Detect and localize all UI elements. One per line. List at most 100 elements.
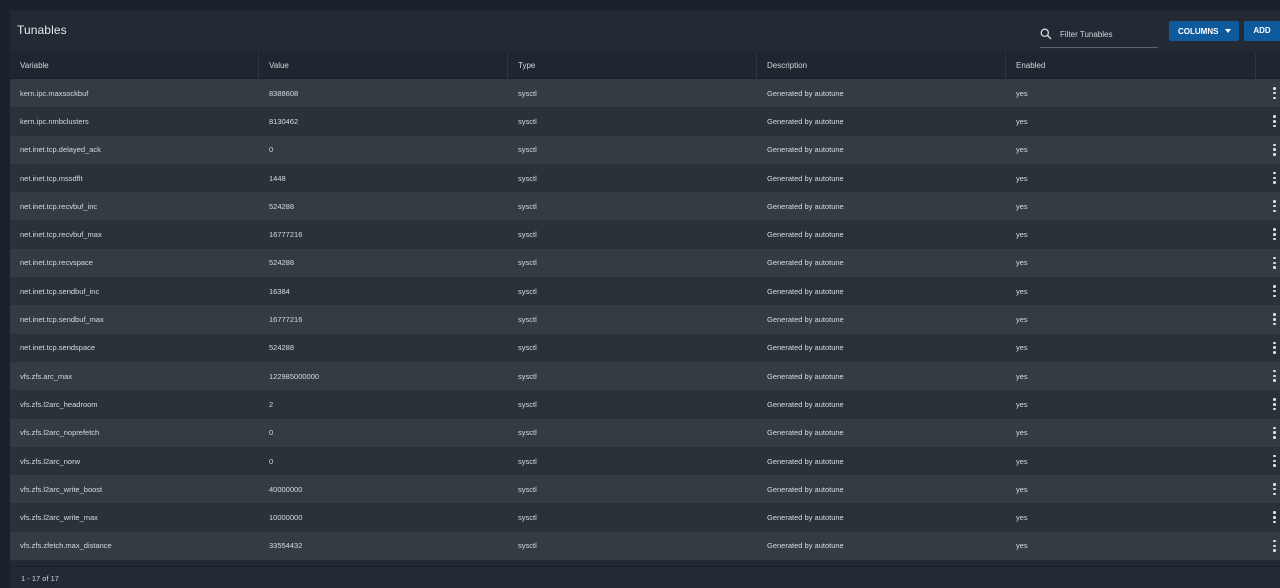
cell-enabled: yes [1016, 258, 1028, 268]
cell-enabled: yes [1016, 201, 1028, 211]
table-row[interactable]: kern.ipc.nmbclusters 8130462 sysctl Generat… [10, 107, 1280, 136]
cell-variable: vfs.zfs.l2arc_write_max [20, 513, 98, 523]
table-header: Variable Value Type Description Enabled [10, 52, 1280, 79]
cell-variable: vfs.zfs.l2arc_write_boost [20, 484, 103, 494]
more-vert-icon[interactable] [1273, 426, 1276, 439]
table-row[interactable]: vfs.zfs.l2arc_write_boost 40000000 sysctl G… [10, 475, 1280, 504]
column-header-actions [1256, 52, 1280, 78]
cell-enabled: yes [1016, 456, 1028, 466]
cell-variable: net.inet.tcp.recvbuf_max [20, 230, 102, 240]
table-row[interactable]: net.inet.tcp.recvbuf_inc 524288 sysctl Gene… [10, 192, 1280, 221]
table-row[interactable]: vfs.zfs.l2arc_noprefetch 0 sysctl Generated… [10, 418, 1280, 447]
table-row[interactable]: net.inet.tcp.sendbuf_max 16777216 sysctl Ge… [10, 305, 1280, 334]
cell-type: sysctl [518, 371, 537, 381]
cell-enabled: yes [1016, 286, 1028, 296]
row-actions [1256, 136, 1280, 164]
more-vert-icon[interactable] [1273, 228, 1276, 241]
filter-field[interactable] [1040, 22, 1158, 48]
more-vert-icon[interactable] [1273, 483, 1276, 496]
cell-type: sysctl [518, 258, 537, 268]
more-vert-icon[interactable] [1273, 454, 1276, 467]
row-actions [1256, 334, 1280, 362]
more-vert-icon[interactable] [1273, 171, 1276, 184]
table-row[interactable]: net.inet.tcp.recvspace 524288 sysctl Genera… [10, 248, 1280, 278]
more-vert-icon[interactable] [1273, 398, 1276, 411]
cell-enabled: yes [1016, 343, 1028, 353]
cell-type: sysctl [518, 343, 537, 353]
cell-type: sysctl [518, 428, 537, 438]
row-actions [1256, 107, 1280, 135]
table-row[interactable]: net.inet.tcp.sendbuf_inc 16384 sysctl Gener… [10, 277, 1280, 306]
more-vert-icon[interactable] [1273, 143, 1276, 156]
table-body: kern.ipc.maxsockbuf 8388608 sysctl Generate… [10, 79, 1280, 561]
cell-value: 8388608 [269, 88, 299, 98]
table-row[interactable]: vfs.zfs.l2arc_headroom 2 sysctl Generated b… [10, 390, 1280, 419]
row-actions [1256, 419, 1280, 447]
more-vert-icon[interactable] [1273, 200, 1276, 213]
cell-value: 0 [269, 145, 274, 155]
column-header-enabled[interactable]: Enabled [1006, 52, 1256, 79]
more-vert-icon[interactable] [1273, 313, 1276, 326]
table-row[interactable]: net.inet.tcp.recvbuf_max 16777216 sysctl Ge… [10, 220, 1280, 249]
search-icon [1040, 28, 1054, 42]
table-row[interactable]: net.inet.tcp.sendspace 524288 sysctl Genera… [10, 333, 1280, 362]
more-vert-icon[interactable] [1273, 285, 1276, 298]
cell-variable: net.inet.tcp.sendspace [20, 343, 96, 353]
column-header-variable[interactable]: Variable [10, 52, 259, 79]
table-row[interactable]: net.inet.tcp.mssdflt 1448 sysctl Generated … [10, 163, 1280, 193]
cell-description: Generated by autotune [767, 145, 844, 155]
row-actions [1256, 362, 1280, 390]
table-row[interactable]: kern.ipc.maxsockbuf 8388608 sysctl Generate… [10, 79, 1280, 108]
chevron-down-icon [1225, 29, 1231, 33]
cell-description: Generated by autotune [767, 513, 844, 523]
add-button[interactable]: ADD [1244, 21, 1280, 41]
cell-description: Generated by autotune [767, 541, 844, 551]
cell-value: 122985000000 [269, 371, 320, 381]
cell-value: 2 [269, 399, 274, 409]
more-vert-icon[interactable] [1273, 87, 1276, 99]
cell-description: Generated by autotune [767, 484, 844, 494]
cell-enabled: yes [1016, 399, 1028, 409]
cell-description: Generated by autotune [767, 173, 844, 183]
row-actions [1256, 475, 1280, 503]
column-header-description[interactable]: Description [757, 52, 1006, 79]
cell-enabled: yes [1016, 230, 1028, 240]
column-header-type[interactable]: Type [508, 52, 757, 79]
cell-type: sysctl [518, 145, 537, 155]
cell-description: Generated by autotune [767, 399, 844, 409]
more-vert-icon[interactable] [1273, 341, 1276, 354]
more-vert-icon[interactable] [1273, 539, 1276, 552]
cell-enabled: yes [1016, 173, 1028, 183]
more-vert-icon[interactable] [1273, 115, 1276, 128]
cell-enabled: yes [1016, 371, 1028, 381]
cell-variable: net.inet.tcp.recvbuf_inc [20, 201, 98, 211]
more-vert-icon[interactable] [1273, 369, 1276, 382]
columns-button[interactable]: COLUMNS [1169, 21, 1239, 41]
cell-variable: vfs.zfs.l2arc_headroom [20, 399, 98, 409]
cell-description: Generated by autotune [767, 258, 844, 268]
cell-type: sysctl [518, 230, 537, 240]
cell-variable: vfs.zfs.arc_max [20, 371, 73, 381]
table-row[interactable]: vfs.zfs.l2arc_norw 0 sysctl Generated by au… [10, 446, 1280, 476]
cell-description: Generated by autotune [767, 456, 844, 466]
cell-description: Generated by autotune [767, 88, 844, 98]
table-row[interactable]: vfs.zfs.l2arc_write_max 10000000 sysctl Gen… [10, 503, 1280, 532]
cell-variable: vfs.zfs.zfetch.max_distance [20, 541, 112, 551]
more-vert-icon[interactable] [1273, 256, 1276, 269]
table-row[interactable]: net.inet.tcp.delayed_ack 0 sysctl Generated… [10, 135, 1280, 164]
cell-type: sysctl [518, 286, 537, 296]
cell-enabled: yes [1016, 428, 1028, 438]
row-actions [1256, 532, 1280, 560]
more-vert-icon[interactable] [1273, 511, 1276, 524]
table-row[interactable]: vfs.zfs.zfetch.max_distance 33554432 sysct… [10, 531, 1280, 561]
column-header-value[interactable]: Value [259, 52, 508, 79]
cell-description: Generated by autotune [767, 371, 844, 381]
row-actions [1256, 220, 1280, 248]
table-row[interactable]: vfs.zfs.arc_max 122985000000 sysctl Generat… [10, 361, 1280, 391]
filter-input[interactable] [1060, 30, 1156, 39]
cell-value: 524288 [269, 258, 295, 268]
top-bar [0, 0, 1280, 10]
cell-value: 1448 [269, 173, 286, 183]
tunables-card: Tunables COLUMNS ADD Variable Value Type… [10, 10, 1280, 588]
cell-variable: vfs.zfs.l2arc_norw [20, 456, 81, 466]
